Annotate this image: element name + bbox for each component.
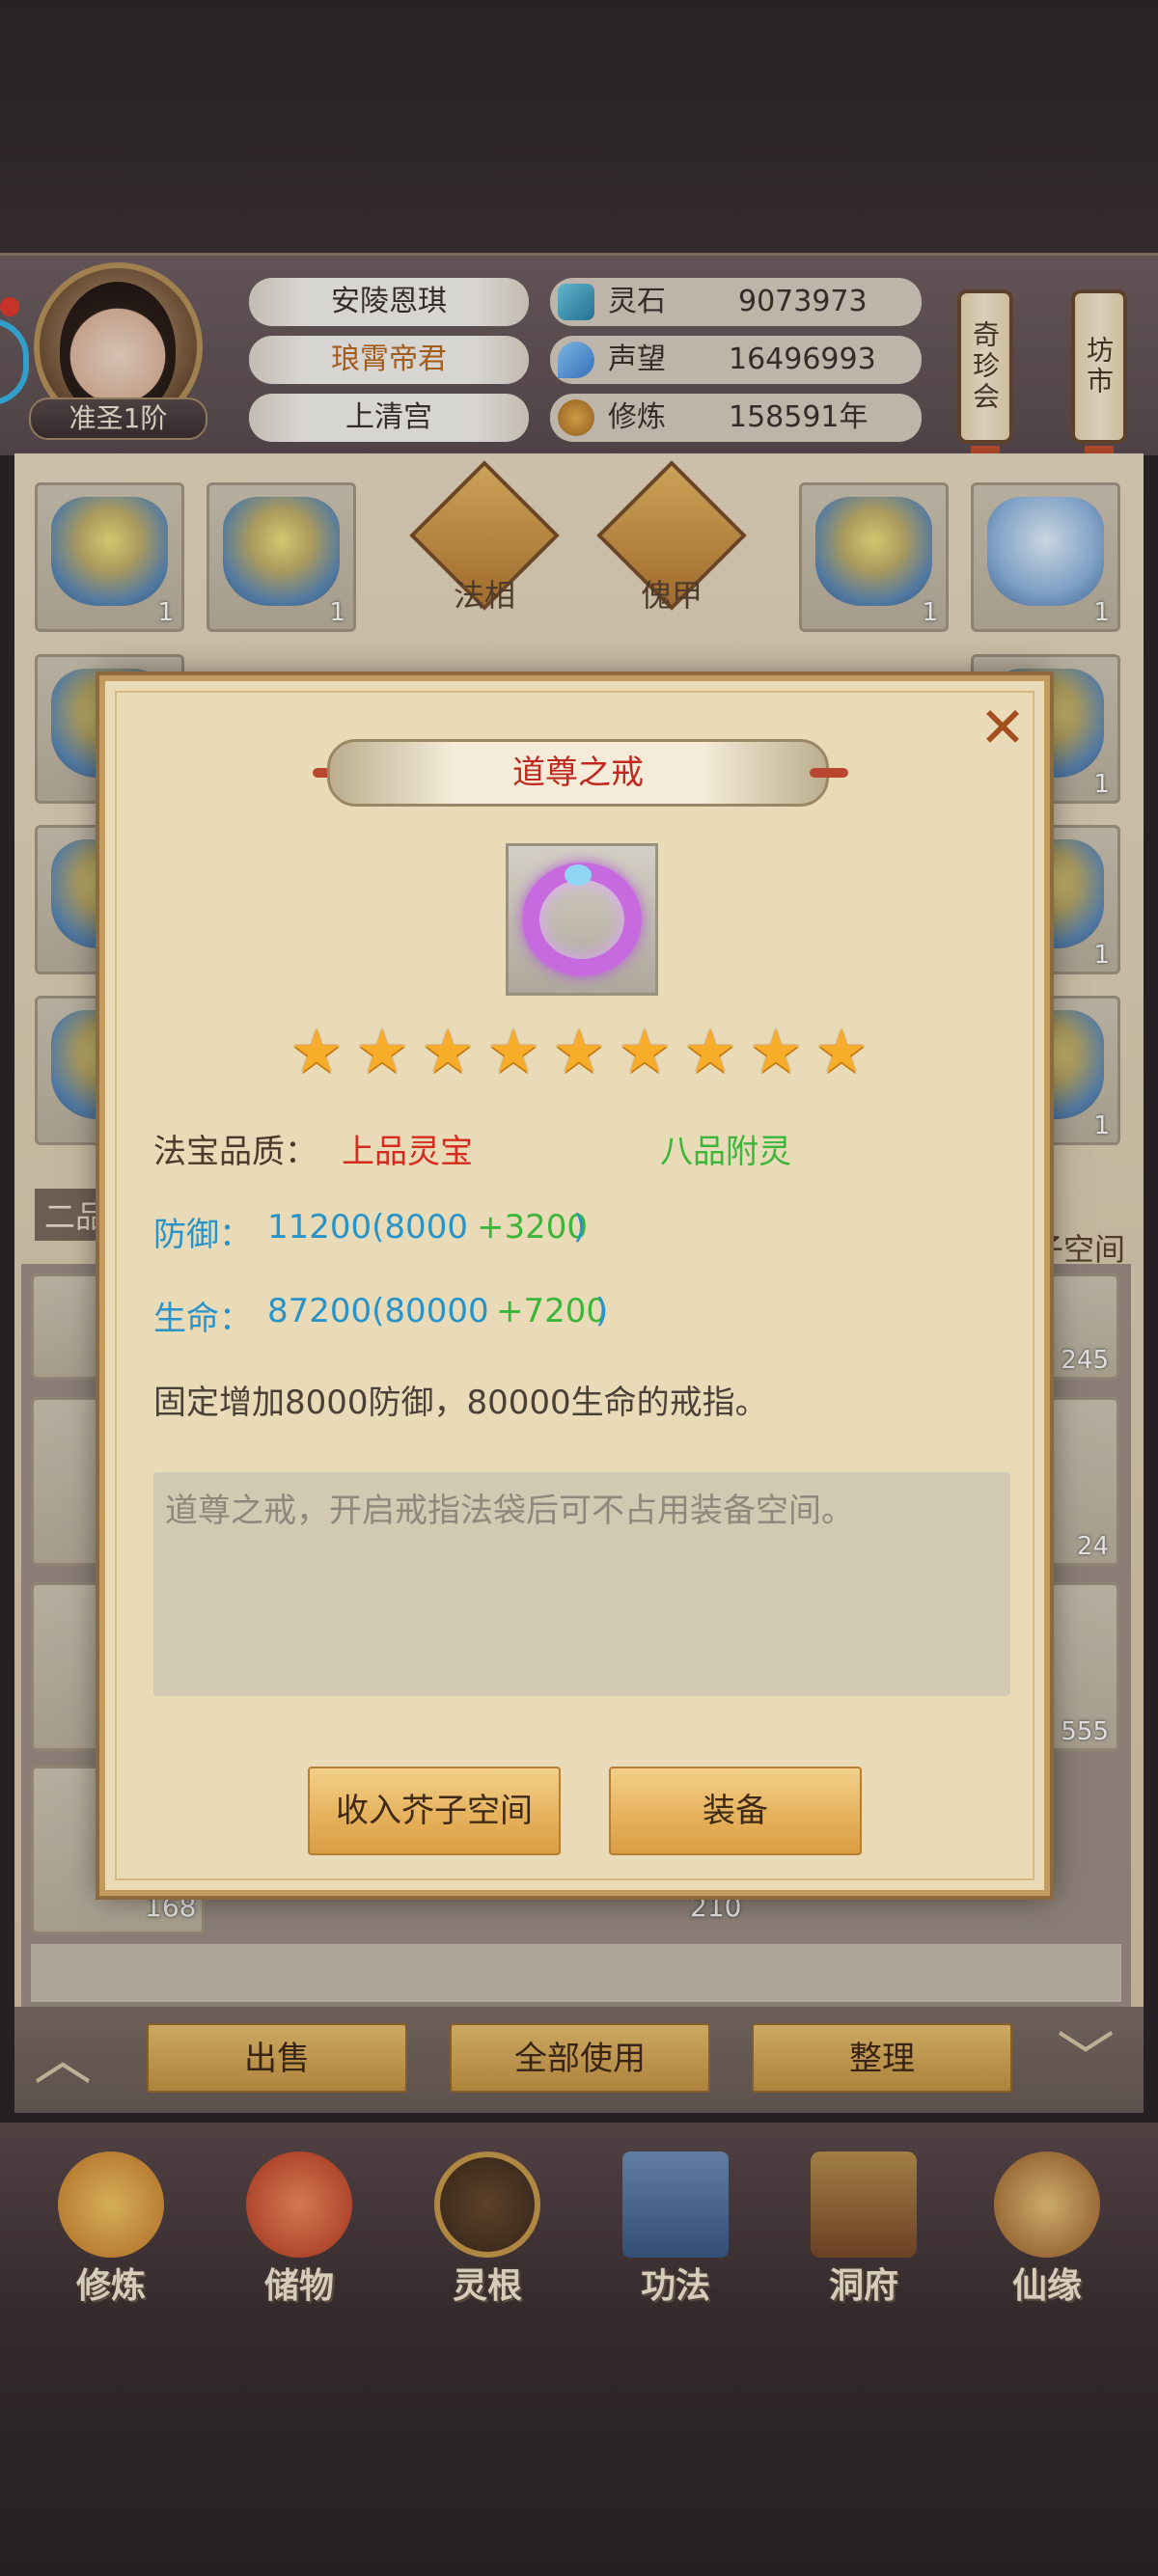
- title-pin-right: [810, 768, 848, 778]
- defense-bonus: +3200: [477, 1208, 589, 1247]
- star-icon: ★: [552, 1016, 606, 1086]
- star-icon: ★: [683, 1016, 737, 1086]
- item-effect-text: 固定增加8000防御，80000生命的戒指。: [153, 1384, 768, 1422]
- star-rating: ★ ★ ★ ★ ★ ★ ★ ★ ★: [289, 1016, 887, 1091]
- store-to-space-button[interactable]: 收入芥子空间: [308, 1767, 561, 1855]
- star-icon: ★: [290, 1016, 344, 1086]
- defense-paren: ): [573, 1208, 587, 1247]
- star-icon: ★: [749, 1016, 803, 1086]
- defense-value: 11200(8000: [267, 1208, 468, 1247]
- star-icon: ★: [486, 1016, 540, 1086]
- hp-label: 生命：: [153, 1300, 252, 1338]
- defense-label: 防御：: [153, 1216, 252, 1254]
- hp-paren: ): [595, 1292, 609, 1330]
- star-icon: ★: [814, 1016, 868, 1086]
- quality-label: 法宝品质：: [153, 1133, 317, 1171]
- close-icon[interactable]: ✕: [974, 699, 1032, 758]
- ring-gem: [565, 864, 592, 886]
- item-detail-dialog: ✕ 道尊之戒 ★ ★ ★ ★ ★ ★ ★ ★ ★ 法宝品质： 上品灵宝 八品附灵 防御： 112…: [99, 675, 1050, 1896]
- hp-bonus: +7200: [496, 1292, 608, 1330]
- star-icon: ★: [618, 1016, 672, 1086]
- equip-button[interactable]: 装备: [609, 1767, 862, 1855]
- star-icon: ★: [355, 1016, 409, 1086]
- item-title: 道尊之戒: [327, 739, 829, 807]
- spirit-grade: 八品附灵: [660, 1133, 791, 1171]
- item-lore-box: 道尊之戒，开启戒指法袋后可不占用装备空间。: [153, 1472, 1010, 1696]
- hp-value: 87200(80000: [267, 1292, 489, 1330]
- item-lore-text: 道尊之戒，开启戒指法袋后可不占用装备空间。: [165, 1492, 854, 1530]
- star-icon: ★: [421, 1016, 475, 1086]
- quality-value: 上品灵宝: [342, 1133, 473, 1171]
